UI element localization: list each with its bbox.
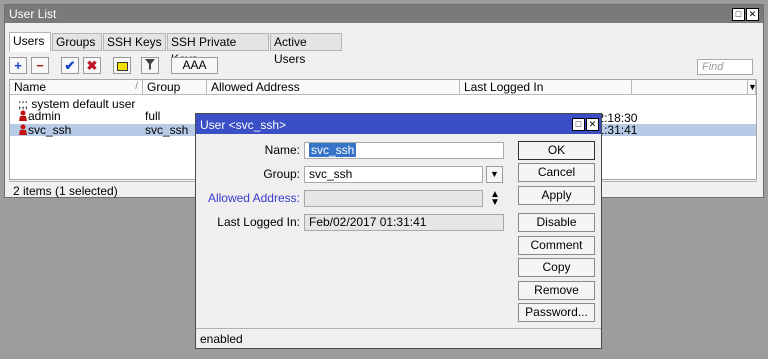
dialog-status-bar: enabled <box>196 328 601 348</box>
group-label: Group: <box>263 167 300 181</box>
user-list-titlebar[interactable]: User List □ ✕ <box>5 5 763 23</box>
allowed-address-label[interactable]: Allowed Address: <box>196 190 300 207</box>
disable-icon[interactable]: ✖ <box>83 57 101 74</box>
sort-icon: / <box>135 81 138 92</box>
user-icon <box>19 110 27 123</box>
find-input[interactable]: Find <box>697 59 753 75</box>
maximize-icon[interactable]: □ <box>732 8 745 21</box>
last-logged-in-label: Last Logged In: <box>217 215 300 229</box>
updown-icon[interactable]: ▲ ▼ <box>490 190 500 208</box>
name-field[interactable]: svc_ssh <box>304 142 504 159</box>
column-header-last-logged-in[interactable]: Last Logged In <box>460 80 632 95</box>
tab-groups[interactable]: Groups <box>52 33 102 51</box>
name-label: Name: <box>264 143 300 157</box>
cancel-button[interactable]: Cancel <box>518 163 595 182</box>
row-name: admin <box>28 109 61 123</box>
comment-button[interactable]: Comment <box>518 236 595 255</box>
dialog-titlebar[interactable]: User <svc_ssh> □ ✕ <box>196 114 601 134</box>
row-group: svc_ssh <box>145 123 189 137</box>
ok-button[interactable]: OK <box>518 141 595 160</box>
window-title: User List <box>9 7 57 21</box>
column-header-group[interactable]: Group <box>143 80 207 95</box>
column-header-empty <box>632 80 748 95</box>
remove-button[interactable]: Remove <box>518 281 595 300</box>
apply-button[interactable]: Apply <box>518 186 595 205</box>
row-group: full <box>145 109 161 123</box>
group-dropdown-icon[interactable]: ▼ <box>486 166 503 183</box>
column-menu-icon[interactable]: ▼ <box>748 80 757 95</box>
tab-active-users[interactable]: Active Users <box>270 33 342 66</box>
tab-users[interactable]: Users <box>9 32 51 52</box>
comment-row[interactable]: ;;; system default user <box>10 98 756 110</box>
close-icon[interactable]: ✕ <box>586 118 599 131</box>
close-icon[interactable]: ✕ <box>746 8 759 21</box>
dialog-status-text: enabled <box>200 332 243 346</box>
maximize-icon[interactable]: □ <box>572 118 585 131</box>
user-dialog: User <svc_ssh> □ ✕ Name: svc_ssh Group: … <box>195 113 602 349</box>
allowed-address-field[interactable] <box>304 190 483 207</box>
aaa-button[interactable]: AAA <box>171 57 218 74</box>
row-name: svc_ssh <box>28 123 72 137</box>
dialog-title: User <svc_ssh> <box>200 118 287 132</box>
add-icon[interactable]: + <box>9 57 27 74</box>
column-header-name[interactable]: Name / <box>10 80 143 95</box>
copy-button[interactable]: Copy <box>518 258 595 277</box>
user-icon <box>19 124 27 137</box>
disable-button[interactable]: Disable <box>518 213 595 232</box>
last-logged-in-field: Feb/02/2017 01:31:41 <box>304 214 504 231</box>
password-button[interactable]: Password... <box>518 303 595 322</box>
status-text: 2 items (1 selected) <box>13 184 118 198</box>
filter-icon[interactable] <box>141 57 159 74</box>
tab-ssh-keys[interactable]: SSH Keys <box>103 33 166 51</box>
remove-icon[interactable]: − <box>31 57 49 74</box>
comment-icon[interactable] <box>113 57 131 74</box>
tab-ssh-private-keys[interactable]: SSH Private Keys <box>167 33 269 66</box>
enable-icon[interactable]: ✔ <box>61 57 79 74</box>
group-select[interactable]: svc_ssh <box>304 166 483 183</box>
column-header-allowed-address[interactable]: Allowed Address <box>207 80 460 95</box>
